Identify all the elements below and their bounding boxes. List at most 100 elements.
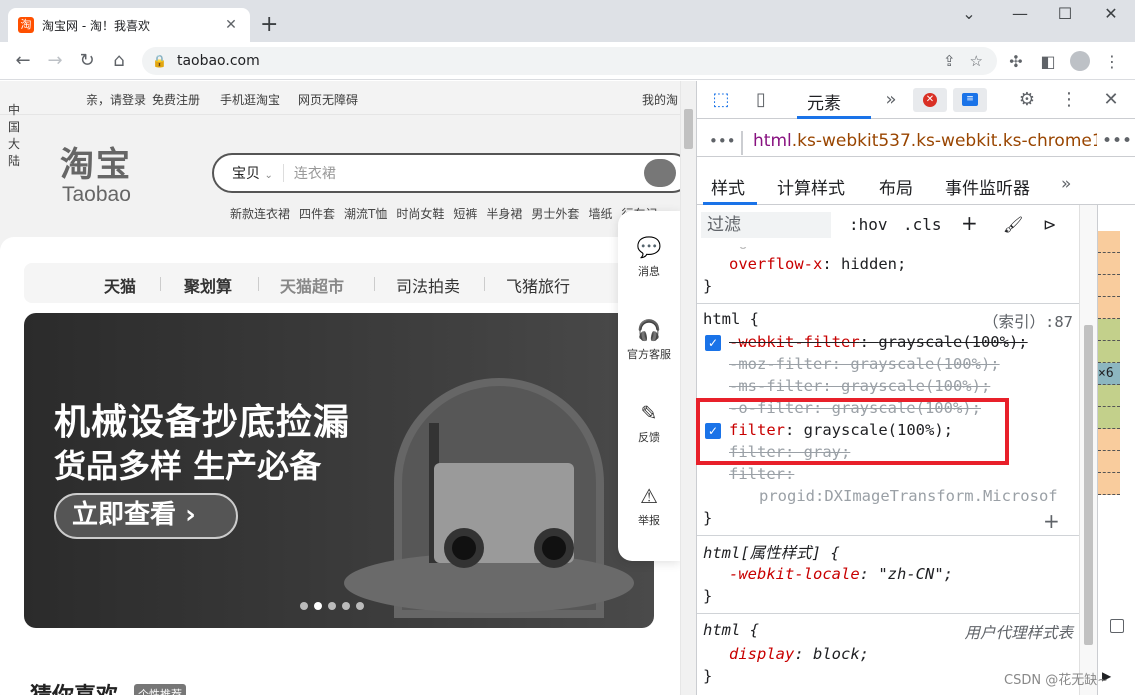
declaration-overflow-x[interactable]: overflow-x: hidden; <box>729 255 906 273</box>
declaration-checkbox[interactable]: ✓ <box>705 335 721 351</box>
tab-computed[interactable]: 计算样式 <box>777 174 845 199</box>
carousel-dots <box>300 599 370 614</box>
tab-event-listeners[interactable]: 事件监听器 <box>945 174 1030 199</box>
messages-button[interactable]: 💬 消息 <box>618 235 680 279</box>
device-toolbar-icon[interactable]: ▯ <box>749 89 773 110</box>
tab-styles[interactable]: 样式 <box>711 174 745 199</box>
more-subtabs-icon[interactable]: » <box>1061 174 1071 194</box>
rule-selector-ua[interactable]: html { <box>703 621 759 639</box>
hot-word-link[interactable]: 潮流T恤 <box>344 207 387 221</box>
devtools-more-icon[interactable]: ⋮ <box>1057 89 1081 110</box>
rule-source-link[interactable]: （索引）:87 <box>983 310 1073 332</box>
reload-icon[interactable]: ↻ <box>76 51 98 71</box>
cls-toggle[interactable]: .cls <box>903 215 942 234</box>
new-tab-icon[interactable]: + <box>260 14 278 36</box>
side-panel-icon[interactable]: ◧ <box>1038 52 1058 71</box>
declaration-filter-progid[interactable]: filter: <box>729 465 794 483</box>
new-rule-icon[interactable]: + <box>961 211 978 235</box>
page-scrollbar[interactable] <box>680 81 696 695</box>
report-button[interactable]: ⚠ 举报 <box>618 484 680 528</box>
extensions-icon[interactable]: ✣ <box>1006 52 1026 71</box>
forward-icon[interactable]: → <box>44 51 66 71</box>
filter-input[interactable]: 过滤 <box>701 212 831 238</box>
register-link[interactable]: 免费注册 <box>152 91 200 108</box>
address-bar[interactable]: 🔒 taobao.com ⇪ ☆ <box>142 47 997 75</box>
carousel-dot[interactable] <box>328 602 336 610</box>
breadcrumb-html[interactable]: html.ks-webkit537.ks-webkit.ks-chrome107 <box>741 131 1097 155</box>
back-icon[interactable]: ← <box>12 51 34 71</box>
declaration-webkit-locale[interactable]: -webkit-locale: "zh-CN"; <box>729 565 953 583</box>
tab-layout[interactable]: 布局 <box>879 174 913 199</box>
channel-juhuasuan[interactable]: 聚划算 <box>184 273 232 297</box>
add-declaration-icon[interactable]: + <box>1043 509 1060 533</box>
maximize-icon[interactable]: ☐ <box>1042 4 1088 23</box>
rule-selector-attr[interactable]: html[属性样式] { <box>703 541 840 563</box>
login-link[interactable]: 亲，请登录 <box>86 91 146 108</box>
show-all-checkbox[interactable] <box>1110 619 1124 633</box>
settings-gear-icon[interactable]: ⚙ <box>1015 89 1039 110</box>
carousel-dot-active[interactable] <box>314 602 322 610</box>
declaration-webkit-filter[interactable]: -webkit-filter: grayscale(100%); <box>729 333 1028 351</box>
channel-fliggy[interactable]: 飞猪旅行 <box>506 273 570 297</box>
hov-toggle[interactable]: :hov <box>849 215 888 234</box>
clipped-declaration: -o- <box>729 247 757 253</box>
paint-brush-icon[interactable]: 🖌 <box>1003 215 1023 234</box>
declaration-display[interactable]: display: block; <box>729 645 869 663</box>
hot-word-link[interactable]: 四件套 <box>299 207 335 221</box>
chevron-down-icon[interactable]: ⌄ <box>946 4 992 23</box>
inspect-element-icon[interactable]: ⬚ <box>709 89 733 110</box>
channel-tmall-supermarket[interactable]: 天猫超市 <box>280 273 344 297</box>
more-menu-icon[interactable]: ⋮ <box>1102 52 1122 71</box>
close-devtools-icon[interactable]: ✕ <box>1099 89 1123 110</box>
styles-scrollbar-thumb[interactable] <box>1084 325 1093 645</box>
hot-word-link[interactable]: 短裤 <box>453 207 477 221</box>
error-badge[interactable]: ✕ <box>913 88 947 112</box>
carousel-dot[interactable] <box>342 602 350 610</box>
tab-elements[interactable]: 元素 <box>807 89 841 114</box>
search-button[interactable] <box>644 159 676 187</box>
rule-selector-html[interactable]: html { <box>703 310 759 328</box>
breadcrumb-more-icon[interactable]: ••• <box>1102 131 1132 151</box>
taobao-logo[interactable]: 淘宝 Taobao <box>60 147 132 207</box>
declaration-ms-filter[interactable]: -ms-filter: grayscale(100%); <box>729 377 990 395</box>
more-tabs-icon[interactable]: » <box>879 89 903 110</box>
share-icon[interactable]: ⇪ <box>943 52 956 70</box>
box-model-margin <box>1098 275 1120 297</box>
lock-icon[interactable]: 🔒 <box>152 54 167 68</box>
hot-word-link[interactable]: 墙纸 <box>588 207 612 221</box>
browser-tab[interactable]: 淘 淘宝网 - 淘！我喜欢 ✕ <box>8 8 250 42</box>
styles-scrollbar[interactable] <box>1079 205 1097 695</box>
declaration-progid-value[interactable]: progid:DXImageTransform.Microsof <box>759 487 1058 505</box>
hot-word-link[interactable]: 时尚女鞋 <box>396 207 444 221</box>
warning-icon: ⚠ <box>640 484 658 508</box>
toggle-sidebar-icon[interactable]: ⊳ <box>1043 215 1056 234</box>
hot-word-link[interactable]: 新款连衣裙 <box>230 207 290 221</box>
my-taobao-link[interactable]: 我的淘 <box>642 91 678 108</box>
profile-avatar[interactable] <box>1070 51 1090 71</box>
carousel-dot[interactable] <box>356 602 364 610</box>
search-input[interactable]: 连衣裙 <box>294 163 336 183</box>
feedback-button[interactable]: ✎ 反馈 <box>618 401 680 445</box>
search-category[interactable]: 宝贝 ⌄ <box>232 163 273 183</box>
minimize-icon[interactable]: — <box>997 4 1043 23</box>
view-now-button[interactable]: 立即查看 › <box>54 493 238 539</box>
url-text[interactable]: taobao.com <box>177 53 943 69</box>
channel-tmall[interactable]: 天猫 <box>104 273 136 297</box>
page-scrollbar-thumb[interactable] <box>684 109 693 149</box>
declaration-moz-filter[interactable]: -moz-filter: grayscale(100%); <box>729 355 1000 373</box>
close-tab-icon[interactable]: ✕ <box>222 17 240 33</box>
issues-badge[interactable]: ≡ <box>953 88 987 112</box>
accessibility-link[interactable]: 网页无障碍 <box>298 91 358 108</box>
bookmark-star-icon[interactable]: ☆ <box>970 52 983 70</box>
home-icon[interactable]: ⌂ <box>108 51 130 71</box>
promo-banner[interactable]: 机械设备抄底捡漏 货品多样 生产必备 立即查看 › <box>24 313 654 628</box>
carousel-dot[interactable] <box>300 602 308 610</box>
close-window-icon[interactable]: ✕ <box>1088 4 1134 23</box>
hot-word-link[interactable]: 半身裙 <box>486 207 522 221</box>
hot-word-link[interactable]: 男士外套 <box>531 207 579 221</box>
channel-judicial-auction[interactable]: 司法拍卖 <box>396 273 460 297</box>
mobile-link[interactable]: 手机逛淘宝 <box>220 91 280 108</box>
search-box[interactable]: 宝贝 ⌄ 连衣裙 <box>212 153 680 193</box>
breadcrumb-ellipsis-icon[interactable]: ••• <box>709 132 736 150</box>
customer-service-button[interactable]: 🎧 官方客服 <box>618 318 680 362</box>
